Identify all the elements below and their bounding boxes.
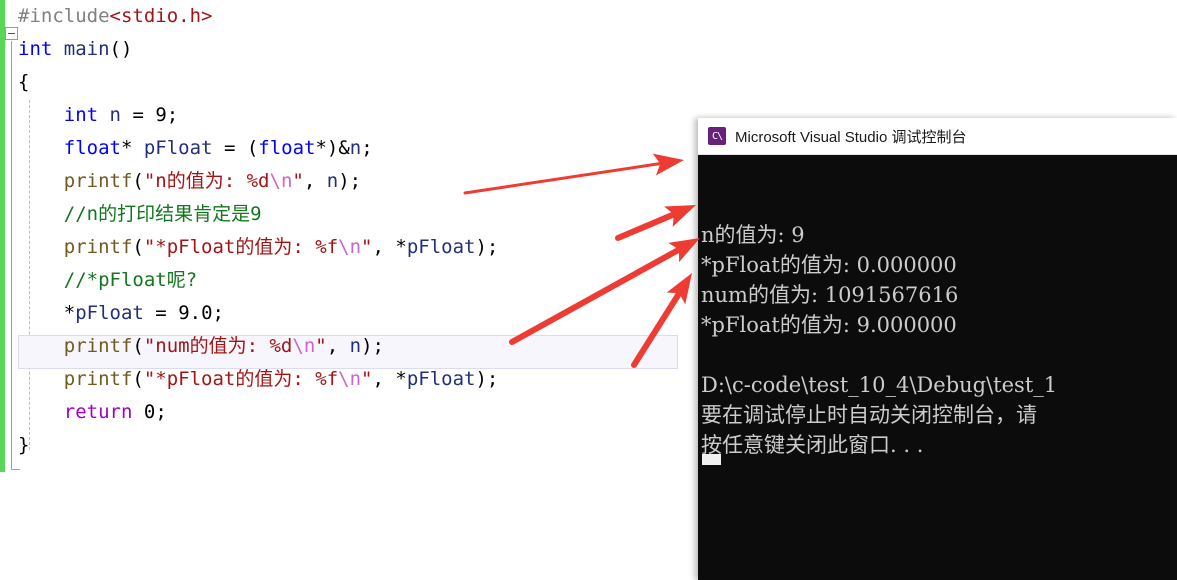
code-token: ,	[372, 236, 396, 258]
code-token: (	[132, 170, 144, 192]
code-token: ()	[109, 38, 133, 60]
code-token: float	[63, 137, 121, 159]
code-line[interactable]: //n的打印结果肯定是9	[0, 198, 700, 231]
code-line[interactable]: printf("*pFloat的值为: %f\n", *pFloat);	[0, 231, 700, 264]
code-token: \n	[269, 170, 293, 192]
code-line[interactable]: #include<stdio.h>	[0, 0, 700, 33]
code-line[interactable]: *pFloat = 9.0;	[0, 297, 700, 330]
code-token: ,	[326, 335, 350, 357]
code-token: "	[315, 335, 327, 357]
console-cursor	[702, 454, 721, 465]
code-token: n	[349, 335, 362, 357]
console-output-line: 要在调试停止时自动关闭控制台，请	[701, 403, 1037, 427]
code-token: *	[120, 137, 144, 159]
code-token: pFloat	[406, 368, 476, 390]
code-token: =	[143, 302, 179, 324]
code-token: "*pFloat的值为: %f	[143, 368, 339, 390]
code-token: "n的值为: %d	[143, 170, 270, 192]
code-token: = (	[212, 137, 259, 159]
code-token: (	[132, 368, 144, 390]
code-token: \n	[338, 368, 362, 390]
code-token: //*pFloat呢?	[63, 269, 198, 291]
code-token: 9	[155, 104, 167, 126]
code-line[interactable]: return 0;	[0, 396, 700, 429]
code-line[interactable]: float* pFloat = (float*)&n;	[0, 132, 700, 165]
code-token: #include	[18, 5, 110, 27]
code-token: "	[361, 236, 373, 258]
code-token: (	[132, 236, 144, 258]
code-token: ,	[303, 170, 327, 192]
code-text[interactable]: #include<stdio.h> int main(){ int n = 9; …	[0, 0, 700, 462]
code-token: printf	[63, 368, 133, 390]
code-token: );	[361, 335, 384, 357]
code-token: pFloat	[75, 302, 144, 324]
screenshot-root: #include<stdio.h> int main(){ int n = 9; …	[0, 0, 1177, 580]
code-token: *	[395, 236, 407, 258]
console-app-icon: C\	[708, 127, 726, 145]
code-token: float	[258, 137, 316, 159]
code-token: );	[475, 368, 499, 390]
code-token: (	[132, 335, 144, 357]
code-token: printf	[63, 236, 133, 258]
code-token: n	[109, 104, 121, 126]
code-token: n	[349, 137, 362, 159]
console-output-line: *pFloat的值为: 9.000000	[701, 313, 957, 337]
code-token: );	[338, 170, 362, 192]
code-token: pFloat	[143, 137, 213, 159]
code-token: ,	[372, 368, 396, 390]
code-line[interactable]: //*pFloat呢?	[0, 264, 700, 297]
code-line[interactable]: int main()	[0, 33, 700, 66]
code-token: main	[63, 38, 110, 60]
console-output-line: 按任意键关闭此窗口. . .	[701, 433, 924, 457]
console-title-text: Microsoft Visual Studio 调试控制台	[735, 128, 967, 146]
code-token: 0	[143, 401, 156, 423]
debug-console-window[interactable]: C\ Microsoft Visual Studio 调试控制台 n的值为: 9…	[698, 118, 1177, 580]
code-token: printf	[63, 335, 133, 357]
code-token: "*pFloat的值为: %f	[143, 236, 339, 258]
code-token: 9.0	[178, 302, 213, 324]
console-title-bar[interactable]: C\ Microsoft Visual Studio 调试控制台	[698, 118, 1177, 155]
code-token: \n	[292, 335, 316, 357]
code-line[interactable]: {	[0, 66, 700, 99]
code-token: printf	[63, 170, 133, 192]
code-token: //n的打印结果肯定是9	[63, 203, 262, 225]
code-token: "	[361, 368, 373, 390]
code-token: <stdio.h>	[109, 5, 213, 27]
console-output-line: num的值为: 1091567616	[701, 283, 959, 307]
code-token: \n	[338, 236, 362, 258]
code-token: =	[121, 104, 156, 126]
console-output-line: D:\c-code\test_10_4\Debug\test_1	[701, 373, 1058, 397]
code-token: ;	[361, 137, 373, 159]
code-line[interactable]: int n = 9;	[0, 99, 700, 132]
code-token: pFloat	[406, 236, 476, 258]
code-token: {	[18, 71, 30, 93]
code-line[interactable]: printf("n的值为: %d\n", n);	[0, 165, 700, 198]
code-line[interactable]: printf("*pFloat的值为: %f\n", *pFloat);	[0, 363, 700, 396]
code-editor[interactable]: #include<stdio.h> int main(){ int n = 9; …	[0, 0, 700, 580]
code-token: "	[292, 170, 304, 192]
code-token: ;	[155, 401, 167, 423]
code-token: }	[18, 434, 30, 456]
code-token: ;	[212, 302, 224, 324]
code-token: *	[395, 368, 407, 390]
code-token: ;	[166, 104, 179, 126]
code-token: int	[63, 104, 99, 126]
code-line[interactable]: }	[0, 429, 700, 462]
code-line[interactable]: printf("num的值为: %d\n", n);	[0, 330, 700, 363]
code-token: *	[63, 302, 76, 324]
console-output: n的值为: 9 *pFloat的值为: 0.000000 num的值为: 10915…	[698, 155, 1177, 580]
scope-guide-foot	[11, 469, 20, 470]
code-token: );	[475, 236, 499, 258]
code-token: "num的值为: %d	[143, 335, 293, 357]
console-output-line: n的值为: 9	[701, 223, 805, 247]
console-output-line: *pFloat的值为: 0.000000	[701, 253, 957, 277]
code-token: *)&	[315, 137, 350, 159]
code-token: return	[63, 401, 133, 423]
code-token: n	[326, 170, 339, 192]
code-token: int	[18, 38, 53, 60]
